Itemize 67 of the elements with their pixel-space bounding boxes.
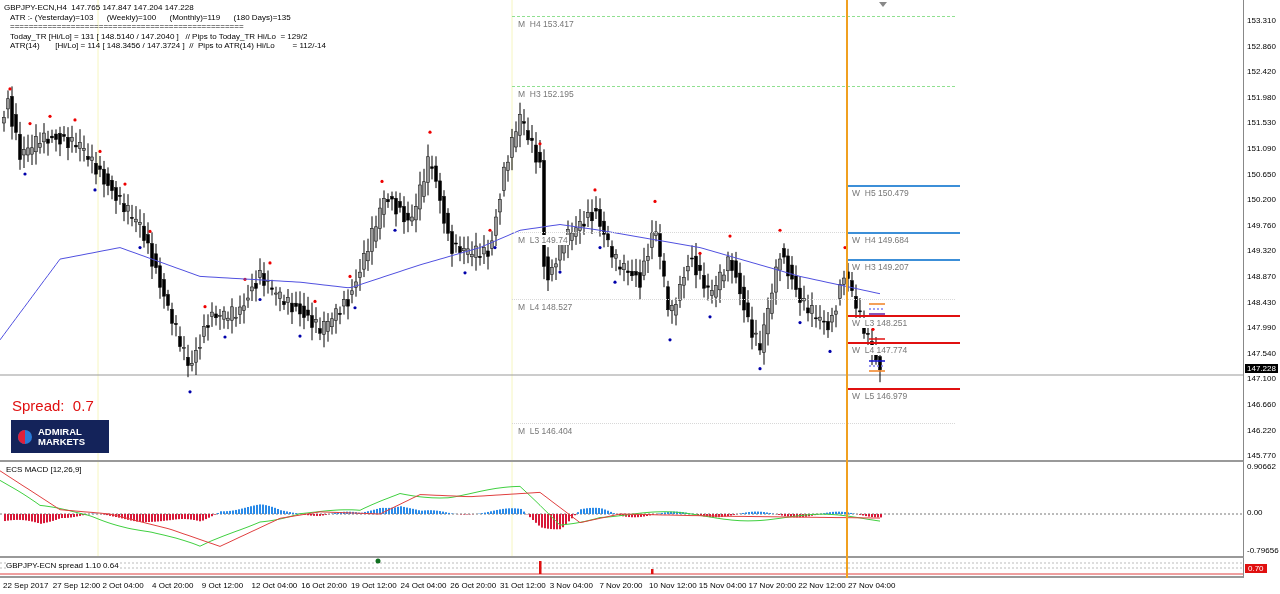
price-axis-label: 148.430 xyxy=(1247,297,1276,307)
level-label: W H3 149.207 xyxy=(851,262,910,272)
level-label: M H4 153.417 xyxy=(517,19,575,29)
spread-spike xyxy=(539,561,542,574)
time-axis-label: 12 Oct 04:00 xyxy=(251,581,298,590)
time-axis-label: 27 Nov 04:00 xyxy=(847,581,896,590)
dot-marker-icon xyxy=(375,558,381,564)
price-axis-label: 150.200 xyxy=(1247,195,1276,205)
logo-text: ADMIRAL xyxy=(38,426,83,437)
price-axis-label: 147.540 xyxy=(1247,348,1276,358)
spread-label: Spread: 0.7 xyxy=(12,397,94,414)
price-axis-label: 152.860 xyxy=(1247,41,1276,51)
price-axis-label: 145.770 xyxy=(1247,451,1276,461)
spread-badge: 0.70 xyxy=(1245,564,1267,573)
price-axis-label: 151.530 xyxy=(1247,118,1276,128)
price-axis-label: 146.220 xyxy=(1247,425,1276,435)
time-axis-label: 2 Oct 04:00 xyxy=(102,581,144,590)
level-label: W L5 146.979 xyxy=(851,391,909,401)
price-axis-label: 153.310 xyxy=(1247,16,1276,25)
time-axis-label: 16 Oct 20:00 xyxy=(301,581,347,590)
time-axis-label: 26 Oct 20:00 xyxy=(450,581,497,590)
current-price-badge: 147.228 xyxy=(1245,364,1278,373)
indicator-axis-label: 0.00 xyxy=(1247,508,1263,517)
price-axis-label: 150.650 xyxy=(1247,169,1276,179)
shift-marker-icon[interactable] xyxy=(879,2,887,7)
logo-circle-icon xyxy=(17,428,33,445)
level-label: W L4 147.774 xyxy=(851,345,909,355)
time-axis-label: 27 Sep 12:00 xyxy=(52,581,101,590)
price-axis-label: 151.980 xyxy=(1247,92,1276,102)
level-label: W H5 150.479 xyxy=(851,188,910,198)
chart-title: GBPJPY-ECN,H4 147.765 147.847 147.204 147.228 xyxy=(4,3,195,13)
level-label: M L3 149.74 xyxy=(517,235,569,245)
time-axis-label: 4 Oct 20:00 xyxy=(152,581,194,590)
time-axis-label: 7 Nov 20:00 xyxy=(599,581,643,590)
level-label: M L5 146.404 xyxy=(517,426,574,436)
time-axis-label: 19 Oct 12:00 xyxy=(350,581,397,590)
time-axis-label: 10 Nov 12:00 xyxy=(649,581,697,590)
time-axis-label: 15 Nov 04:00 xyxy=(698,581,747,590)
time-axis-label: 22 Nov 12:00 xyxy=(798,581,846,590)
time-axis-label: 17 Nov 20:00 xyxy=(748,581,797,590)
level-label: W H4 149.684 xyxy=(851,235,910,245)
level-label: M H3 152.195 xyxy=(517,89,575,99)
price-axis-label: 148.870 xyxy=(1247,272,1276,281)
price-axis-label: 147.990 xyxy=(1247,323,1276,333)
time-axis-label: 3 Nov 04:00 xyxy=(549,581,593,590)
price-axis-label: 149.760 xyxy=(1247,220,1276,230)
logo-text: MARKETS xyxy=(38,436,85,447)
info-line: Today_TR [Hi/Lo] = 131 [ 148.5140 / 147.2040 ] // Pips to Today_TR Hi/Lo = 129/2 xyxy=(9,31,309,42)
time-axis-label: 22 Sep 2017 xyxy=(3,581,49,590)
indicator-title: GBPJPY-ECN spread 1.10 0.64 xyxy=(6,561,119,570)
level-label: W L3 148.251 xyxy=(851,318,909,328)
price-axis-label: 151.090 xyxy=(1247,144,1276,153)
price-axis-label: 146.660 xyxy=(1247,400,1276,409)
price-axis-label: 147.100 xyxy=(1247,374,1276,384)
level-label: M L4 148.527 xyxy=(517,302,574,312)
time-axis-label: 31 Oct 12:00 xyxy=(500,581,546,590)
indicator-axis-label: -0.79656 xyxy=(1247,546,1279,555)
indicator-axis-label: 0.90662 xyxy=(1247,462,1276,471)
spread-spike xyxy=(651,569,654,574)
info-line: ATR(14) [Hi/Lo] = 114 [ 148.3456 / 147.3724 ] // Pips to ATR(14) Hi/Lo = 112/-14 xyxy=(9,41,327,51)
time-axis-label: 24 Oct 04:00 xyxy=(400,581,447,590)
time-axis-label: 9 Oct 12:00 xyxy=(201,581,244,590)
info-line: ATR :- (Yesterday)=103 (Weekly)=100 (Monthly)=119 (180 Days)=135 xyxy=(9,12,292,23)
indicator-title: ECS MACD [12,26,9] xyxy=(6,465,82,474)
price-axis-label: 149.320 xyxy=(1247,246,1276,256)
info-line: ================================================== xyxy=(9,22,245,32)
price-axis-label: 152.420 xyxy=(1247,67,1276,77)
